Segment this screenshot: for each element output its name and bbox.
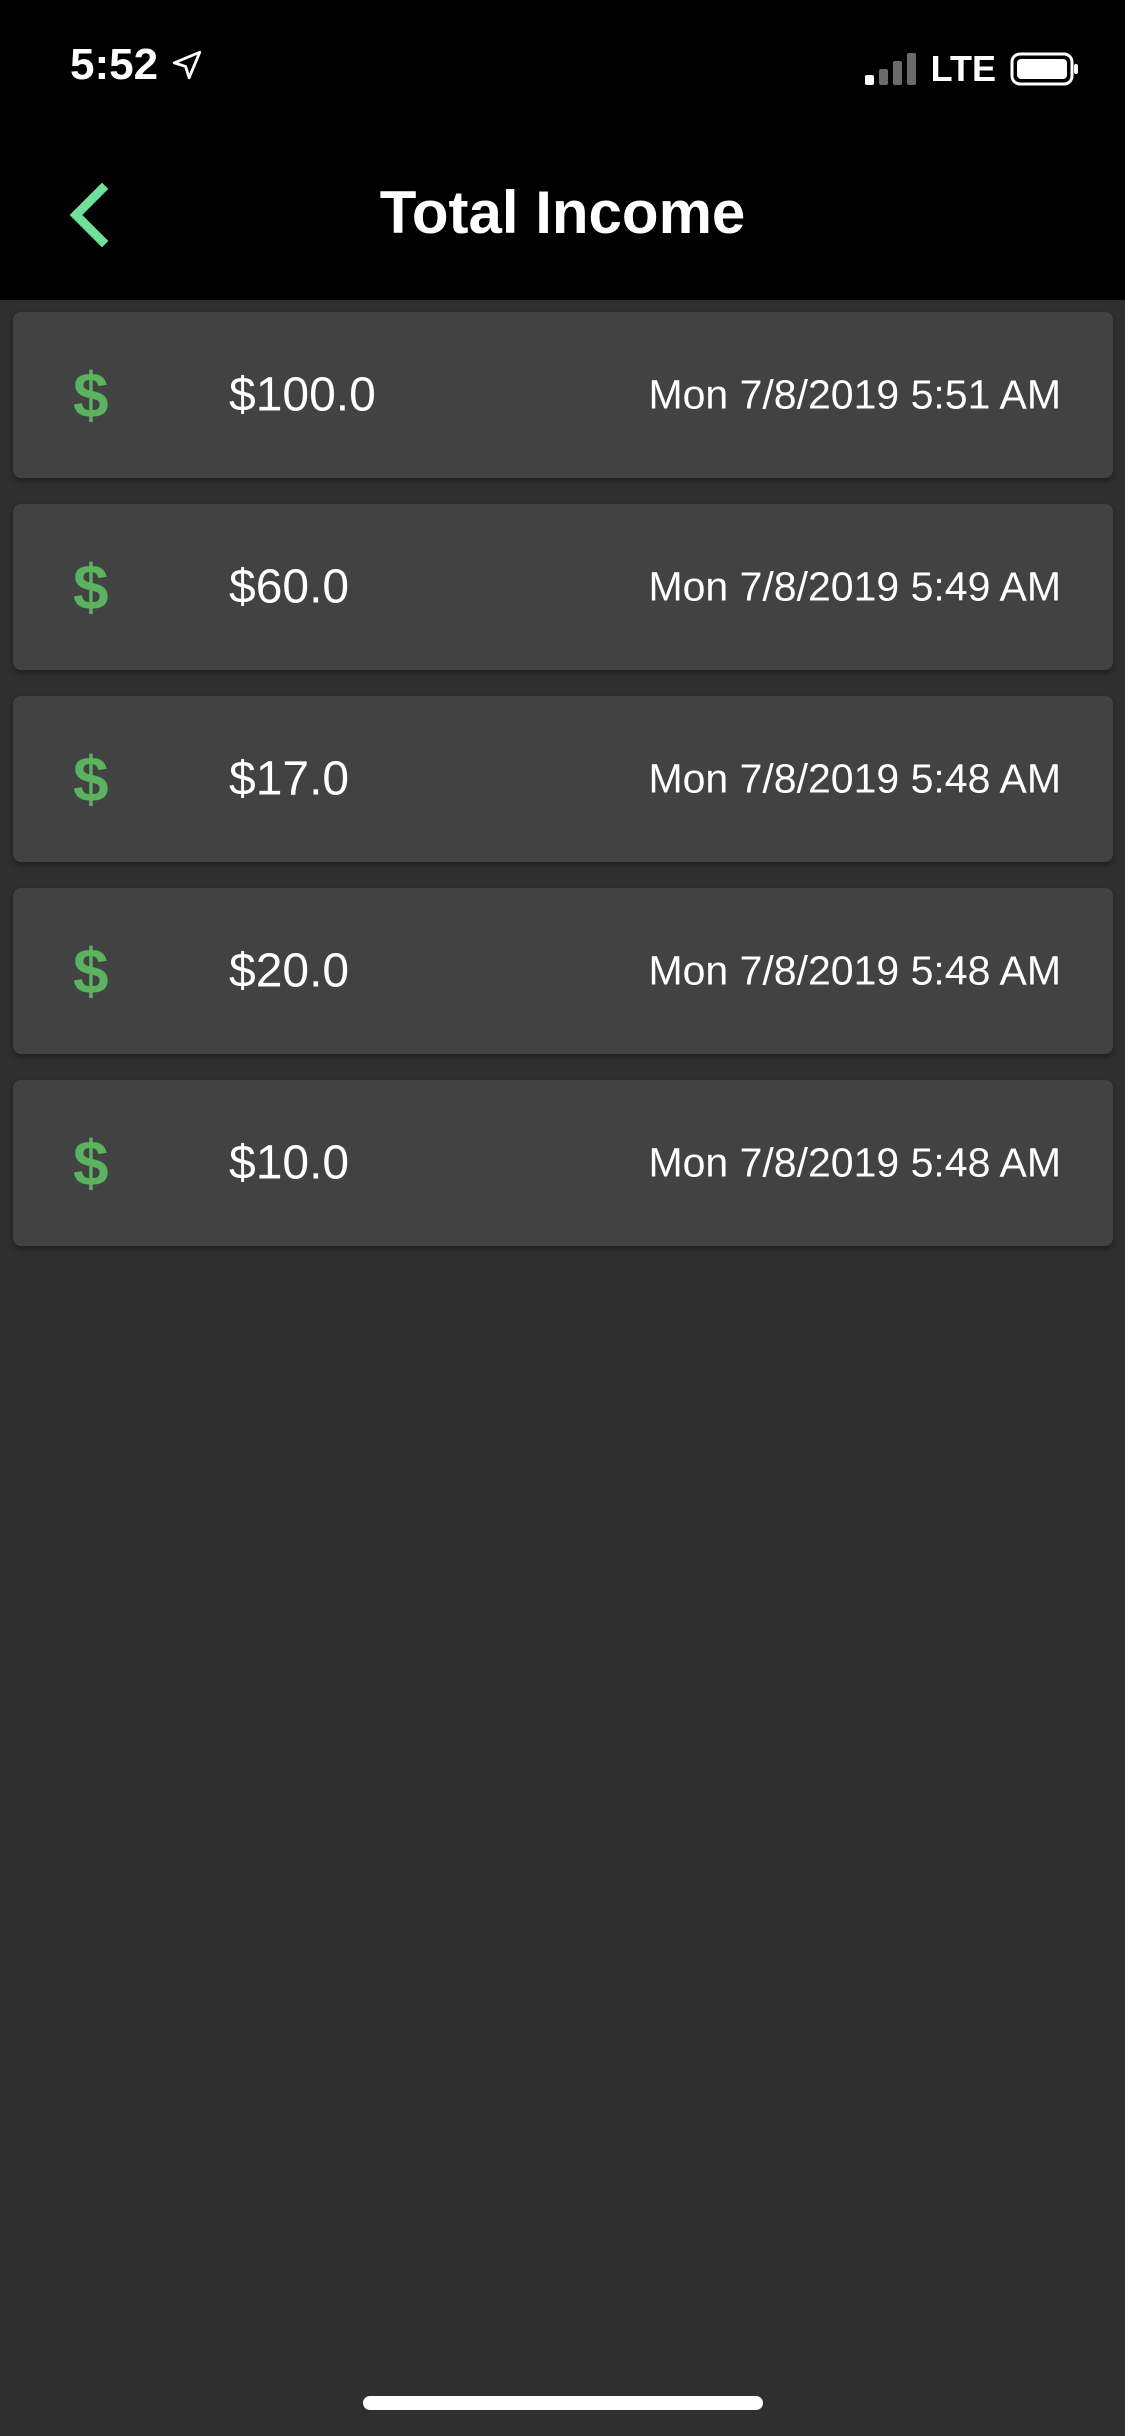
income-row[interactable]: $ $20.0 Mon 7/8/2019 5:48 AM [13,888,1113,1054]
dollar-icon: $ [73,1127,109,1199]
status-time-label: 5:52 [70,40,159,89]
income-timestamp: Mon 7/8/2019 5:51 AM [648,371,1061,418]
income-amount: $100.0 [229,368,376,422]
income-amount: $60.0 [229,560,350,614]
status-indicators: LTE [863,48,1080,90]
dollar-icon: $ [73,743,109,815]
income-amount: $10.0 [229,1136,350,1190]
location-arrow-icon [172,50,202,80]
income-timestamp: Mon 7/8/2019 5:48 AM [648,1139,1061,1186]
network-label: LTE [930,48,996,89]
dollar-icon: $ [73,935,109,1007]
page-title: Total Income [379,179,746,246]
dollar-icon: $ [73,551,109,623]
income-row[interactable]: $ $17.0 Mon 7/8/2019 5:48 AM [13,696,1113,862]
income-amount: $20.0 [229,944,350,998]
income-row[interactable]: $ $100.0 Mon 7/8/2019 5:51 AM [13,312,1113,478]
income-timestamp: Mon 7/8/2019 5:48 AM [648,755,1061,802]
income-row[interactable]: $ $10.0 Mon 7/8/2019 5:48 AM [13,1080,1113,1246]
screen: 5:52 LTE Total Income $ $100.0 Mon 7/8/2… [0,0,1125,2436]
top-bar: 5:52 LTE Total Income [0,0,1125,300]
status-time: 5:52 [70,40,204,90]
income-timestamp: Mon 7/8/2019 5:49 AM [648,563,1061,610]
dollar-icon: $ [73,359,109,431]
home-indicator[interactable] [363,2396,763,2410]
battery-full-icon [1010,52,1078,86]
income-row[interactable]: $ $60.0 Mon 7/8/2019 5:49 AM [13,504,1113,670]
income-timestamp: Mon 7/8/2019 5:48 AM [648,947,1061,994]
income-amount: $17.0 [229,752,350,806]
cell-signal-icon [864,53,916,85]
income-list: $ $100.0 Mon 7/8/2019 5:51 AM $ $60.0 Mo… [13,312,1113,1272]
